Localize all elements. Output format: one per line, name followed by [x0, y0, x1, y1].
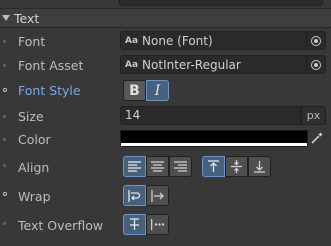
previous-row-strip [0, 0, 331, 7]
font-style-label: Font Style [18, 83, 81, 98]
font-picker-button[interactable] [306, 32, 325, 49]
font-object-field[interactable]: Aa None (Font) [120, 31, 326, 50]
wrap-label: Wrap [18, 189, 51, 204]
align-row: Align [0, 154, 331, 178]
object-picker-icon [311, 35, 321, 46]
font-row: Font Aa None (Font) [0, 30, 331, 54]
align-right-icon [174, 161, 187, 172]
text-section-header[interactable]: Text [0, 8, 331, 28]
align-middle-icon [231, 160, 242, 173]
align-bottom-icon [254, 161, 265, 173]
binding-dot-icon[interactable] [3, 192, 7, 196]
font-style-row: Font Style B I [0, 79, 331, 103]
binding-dot-icon[interactable] [3, 138, 6, 141]
size-row: Size 14 px [0, 105, 331, 129]
font-asset-type-icon: Aa [125, 59, 139, 70]
size-unit-dropdown[interactable]: px [301, 106, 326, 125]
ellipsis-icon [151, 219, 164, 230]
text-overflow-label: Text Overflow [18, 218, 104, 233]
clip-icon [130, 218, 139, 230]
wrap-icon [128, 189, 141, 202]
wrap-button[interactable] [123, 185, 146, 206]
ellipsis-button[interactable] [146, 214, 169, 235]
eyedropper-icon[interactable] [310, 131, 324, 145]
alpha-bar [121, 143, 307, 146]
font-asset-object-field[interactable]: Aa NotInter-Regular [120, 55, 326, 74]
previous-field[interactable] [119, 0, 323, 6]
align-bottom-button[interactable] [248, 156, 271, 177]
align-left-button[interactable] [123, 156, 146, 177]
color-label: Color [18, 132, 51, 147]
align-center-button[interactable] [146, 156, 169, 177]
font-asset-label: Font Asset [18, 58, 84, 73]
wrap-row: Wrap [0, 183, 331, 207]
binding-dot-icon[interactable] [3, 115, 6, 118]
size-input[interactable]: 14 [120, 106, 301, 125]
bold-toggle[interactable]: B [123, 80, 146, 101]
align-right-button[interactable] [169, 156, 192, 177]
align-label: Align [18, 160, 50, 175]
overflow-icon [151, 189, 164, 202]
color-row: Color [0, 128, 331, 152]
section-title: Text [14, 10, 40, 26]
font-value: None (Font) [142, 33, 213, 48]
align-center-icon [151, 161, 164, 172]
overflow-button[interactable] [146, 185, 169, 206]
binding-dot-icon[interactable] [3, 64, 6, 67]
align-top-icon [208, 160, 219, 172]
binding-dot-icon[interactable] [3, 40, 6, 43]
align-top-button[interactable] [202, 156, 225, 177]
align-middle-button[interactable] [225, 156, 248, 177]
font-asset-picker-button[interactable] [306, 56, 325, 73]
italic-toggle[interactable]: I [146, 80, 169, 101]
binding-dot-icon[interactable] [3, 222, 6, 225]
object-picker-icon [311, 59, 321, 70]
text-overflow-row: Text Overflow [0, 212, 331, 236]
binding-dot-icon[interactable] [3, 88, 7, 92]
binding-dot-icon[interactable] [3, 164, 6, 167]
font-label: Font [18, 34, 46, 49]
font-type-icon: Aa [125, 35, 139, 46]
foldout-arrow-icon[interactable] [2, 15, 10, 21]
font-asset-value: NotInter-Regular [142, 57, 241, 72]
font-asset-row: Font Asset Aa NotInter-Regular [0, 54, 331, 78]
size-label: Size [18, 109, 44, 124]
clip-button[interactable] [123, 214, 146, 235]
align-left-icon [128, 161, 141, 172]
color-swatch[interactable] [120, 130, 308, 147]
